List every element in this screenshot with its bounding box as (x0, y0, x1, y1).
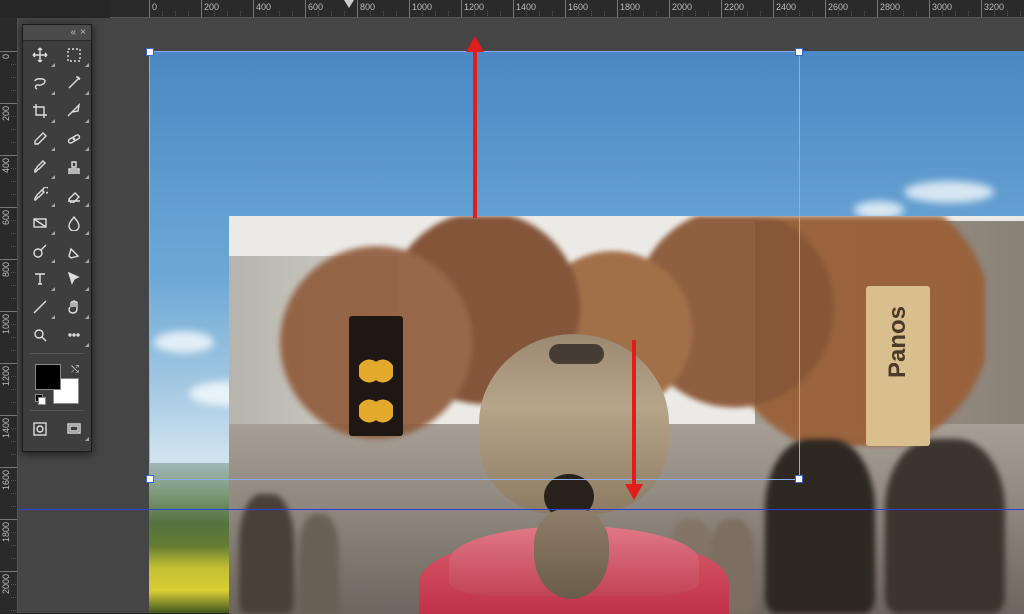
pen-icon (66, 243, 82, 259)
eyedropper-tool[interactable] (23, 125, 57, 153)
marquee-icon (66, 47, 82, 63)
magic-wand-tool[interactable] (57, 69, 91, 97)
swap-colors-icon[interactable]: ⤭ (71, 364, 79, 375)
panel-divider (30, 410, 84, 411)
eraser-icon (66, 187, 82, 203)
path-selection-tool[interactable] (57, 265, 91, 293)
zoom-icon (32, 327, 48, 343)
default-colors-icon[interactable] (35, 394, 45, 404)
close-icon[interactable]: × (80, 28, 86, 38)
dodge-icon (32, 243, 48, 259)
mask-icon (32, 421, 48, 437)
ruler-vertical[interactable]: 0200400600800100012001400160018002000220… (0, 18, 18, 613)
blur-icon (66, 215, 82, 231)
banner-panos-text: Panos (884, 306, 912, 378)
move-tool[interactable] (23, 41, 57, 69)
histbrush-icon (32, 187, 48, 203)
clone-stamp-tool[interactable] (57, 153, 91, 181)
more-tool[interactable] (57, 321, 91, 349)
screen-mode[interactable] (57, 415, 91, 443)
collapse-icon[interactable]: « (71, 28, 77, 38)
wand-icon (66, 75, 82, 91)
ruler-origin-marker[interactable] (344, 0, 354, 8)
bandage-icon (66, 131, 82, 147)
crop-icon (32, 103, 48, 119)
banner-mcdonalds (349, 316, 403, 436)
history-brush-tool[interactable] (23, 181, 57, 209)
banner-panos: Panos (866, 286, 930, 446)
slice-tool[interactable] (57, 97, 91, 125)
eraser-tool[interactable] (57, 181, 91, 209)
crop-tool[interactable] (23, 97, 57, 125)
healing-brush-tool[interactable] (57, 125, 91, 153)
pathsel-icon (66, 271, 82, 287)
lasso-icon (32, 75, 48, 91)
brush-icon (32, 159, 48, 175)
brush-tool[interactable] (23, 153, 57, 181)
quick-mask-mode[interactable] (23, 415, 57, 443)
panel-divider (30, 353, 84, 354)
line-shape-tool[interactable] (23, 293, 57, 321)
layer-street-image[interactable]: Panos (229, 216, 1024, 614)
type-icon (32, 271, 48, 287)
ruler-horizontal[interactable]: 0200400600800100012001400160018002000220… (110, 0, 1024, 18)
tools-panel[interactable]: « × ⤭ (22, 24, 92, 452)
lasso-tool[interactable] (23, 69, 57, 97)
gradient-tool[interactable] (23, 209, 57, 237)
stamp-icon (66, 159, 82, 175)
pen-tool[interactable] (57, 237, 91, 265)
eyedrop-icon (32, 131, 48, 147)
color-swatches[interactable]: ⤭ (35, 364, 79, 404)
screen-icon (66, 421, 82, 437)
hand-icon (66, 299, 82, 315)
hand-tool[interactable] (57, 293, 91, 321)
dodge-tool[interactable] (23, 237, 57, 265)
zoom-tool[interactable] (23, 321, 57, 349)
move-icon (32, 47, 48, 63)
person-foreground (419, 334, 729, 614)
slice-icon (66, 103, 82, 119)
type-tool[interactable] (23, 265, 57, 293)
rectangular-marquee-tool[interactable] (57, 41, 91, 69)
tools-panel-header[interactable]: « × (23, 25, 91, 41)
foreground-color-swatch[interactable] (35, 364, 61, 390)
dots-icon (66, 327, 82, 343)
blur-tool[interactable] (57, 209, 91, 237)
horizontal-guide[interactable] (18, 509, 1024, 510)
lineshape-icon (32, 299, 48, 315)
gradient-icon (32, 215, 48, 231)
